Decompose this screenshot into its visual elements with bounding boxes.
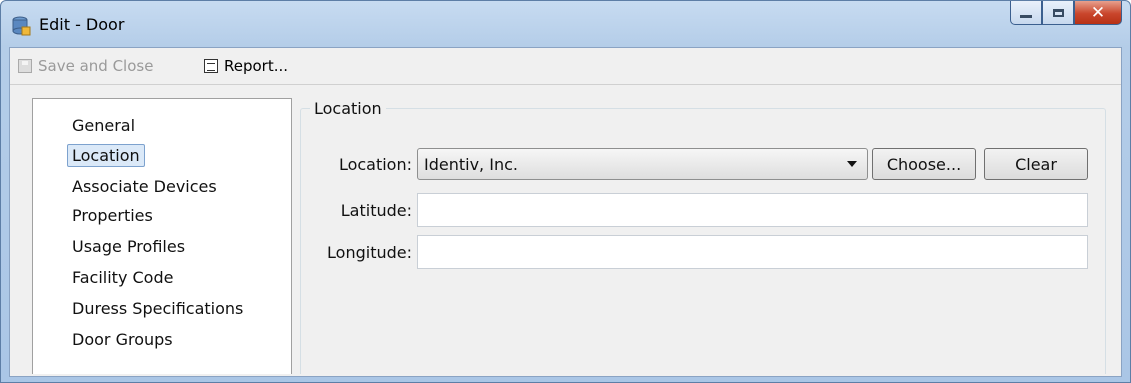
chevron-down-icon <box>847 161 857 167</box>
floppy-disk-icon <box>18 59 32 73</box>
report-label: Report... <box>224 57 289 75</box>
longitude-field[interactable] <box>417 235 1088 269</box>
close-button[interactable]: ✕ <box>1074 1 1122 25</box>
nav-item-properties[interactable]: Properties <box>72 206 153 225</box>
maximize-button[interactable] <box>1042 1 1074 25</box>
window-title: Edit - Door <box>39 15 125 34</box>
nav-item-usage-profiles[interactable]: Usage Profiles <box>72 237 185 256</box>
nav-item-location[interactable]: Location <box>67 144 145 167</box>
caption-buttons: ✕ <box>1010 1 1122 27</box>
save-and-close-button[interactable]: Save and Close <box>18 57 153 75</box>
close-icon: ✕ <box>1090 2 1106 23</box>
toolbar: Save and Close Report... <box>10 48 1121 85</box>
report-button[interactable]: Report... <box>204 57 288 75</box>
report-icon <box>204 59 218 73</box>
save-and-close-label: Save and Close <box>38 57 154 75</box>
nav-item-general[interactable]: General <box>72 116 135 135</box>
maximize-icon <box>1052 8 1064 17</box>
latitude-label: Latitude: <box>340 201 412 220</box>
minimize-button[interactable] <box>1010 1 1042 25</box>
dialog-client-area: Save and Close Report... General Locatio… <box>9 47 1122 377</box>
latitude-field[interactable] <box>417 193 1088 227</box>
edit-door-window: Edit - Door ✕ Save and Close Report... G… <box>0 0 1131 383</box>
nav-item-duress-specifications[interactable]: Duress Specifications <box>72 299 243 318</box>
section-nav-list: General Location Associate Devices Prope… <box>32 98 292 374</box>
location-dropdown[interactable]: Identiv, Inc. <box>417 148 868 180</box>
location-group-title: Location <box>310 99 386 118</box>
nav-item-door-groups[interactable]: Door Groups <box>72 330 173 349</box>
choose-button[interactable]: Choose... <box>872 148 976 180</box>
minimize-icon <box>1020 15 1032 18</box>
title-bar[interactable]: Edit - Door ✕ <box>1 1 1130 47</box>
location-value: Identiv, Inc. <box>424 154 518 174</box>
nav-item-associate-devices[interactable]: Associate Devices <box>72 177 217 196</box>
database-icon <box>12 16 31 36</box>
location-label: Location: <box>338 155 412 174</box>
nav-item-facility-code[interactable]: Facility Code <box>72 268 173 287</box>
clear-button[interactable]: Clear <box>984 148 1088 180</box>
longitude-label: Longitude: <box>327 243 412 262</box>
